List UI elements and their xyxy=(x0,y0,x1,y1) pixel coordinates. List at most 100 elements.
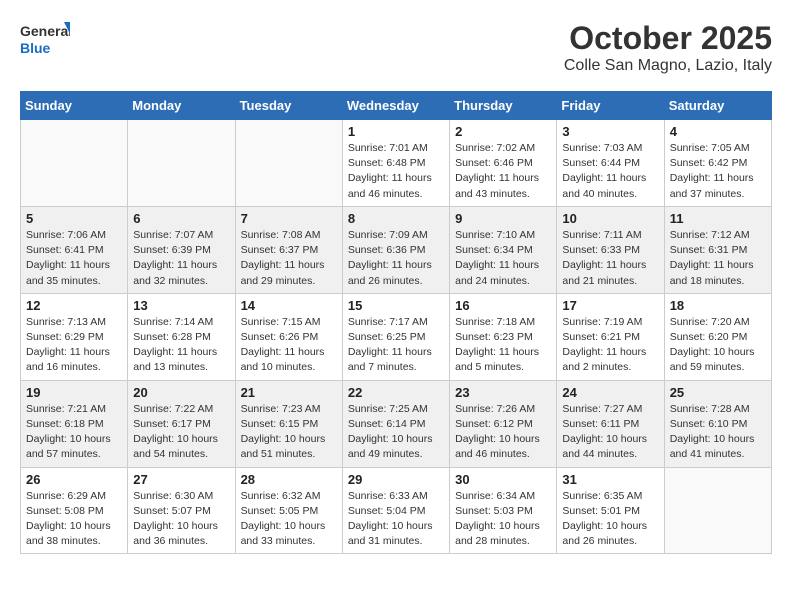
col-monday: Monday xyxy=(128,92,235,120)
day-info: Sunrise: 7:14 AM Sunset: 6:28 PM Dayligh… xyxy=(133,315,229,376)
day-info: Sunrise: 7:23 AM Sunset: 6:15 PM Dayligh… xyxy=(241,402,337,463)
day-number: 18 xyxy=(670,298,766,313)
day-number: 14 xyxy=(241,298,337,313)
table-row: 7 Sunrise: 7:08 AM Sunset: 6:37 PM Daylig… xyxy=(235,206,342,293)
day-number: 30 xyxy=(455,472,551,487)
col-thursday: Thursday xyxy=(450,92,557,120)
day-number: 4 xyxy=(670,124,766,139)
table-row: 23 Sunrise: 7:26 AM Sunset: 6:12 PM Dayli… xyxy=(450,380,557,467)
day-info: Sunrise: 7:07 AM Sunset: 6:39 PM Dayligh… xyxy=(133,228,229,289)
day-number: 28 xyxy=(241,472,337,487)
table-row xyxy=(128,120,235,207)
day-info: Sunrise: 7:19 AM Sunset: 6:21 PM Dayligh… xyxy=(562,315,658,376)
day-info: Sunrise: 7:09 AM Sunset: 6:36 PM Dayligh… xyxy=(348,228,444,289)
day-number: 31 xyxy=(562,472,658,487)
table-row: 31 Sunrise: 6:35 AM Sunset: 5:01 PM Dayli… xyxy=(557,467,664,554)
day-info: Sunrise: 7:27 AM Sunset: 6:11 PM Dayligh… xyxy=(562,402,658,463)
day-number: 6 xyxy=(133,211,229,226)
col-tuesday: Tuesday xyxy=(235,92,342,120)
table-row: 26 Sunrise: 6:29 AM Sunset: 5:08 PM Dayli… xyxy=(21,467,128,554)
title-block: October 2025 Colle San Magno, Lazio, Ita… xyxy=(564,20,772,75)
table-row: 12Sunrise: 7:13 AM Sunset: 6:29 PM Dayli… xyxy=(21,293,128,380)
col-saturday: Saturday xyxy=(664,92,771,120)
table-row: 13 Sunrise: 7:14 AM Sunset: 6:28 PM Dayli… xyxy=(128,293,235,380)
day-info: Sunrise: 7:26 AM Sunset: 6:12 PM Dayligh… xyxy=(455,402,551,463)
page-header: General Blue October 2025 Colle San Magn… xyxy=(20,20,772,75)
calendar-week-row: 12Sunrise: 7:13 AM Sunset: 6:29 PM Dayli… xyxy=(21,293,772,380)
day-info: Sunrise: 7:08 AM Sunset: 6:37 PM Dayligh… xyxy=(241,228,337,289)
day-info: Sunrise: 7:20 AM Sunset: 6:20 PM Dayligh… xyxy=(670,315,766,376)
day-info: Sunrise: 6:35 AM Sunset: 5:01 PM Dayligh… xyxy=(562,489,658,550)
day-info: Sunrise: 6:29 AM Sunset: 5:08 PM Dayligh… xyxy=(26,489,122,550)
col-friday: Friday xyxy=(557,92,664,120)
table-row: 27 Sunrise: 6:30 AM Sunset: 5:07 PM Dayli… xyxy=(128,467,235,554)
table-row: 10Sunrise: 7:11 AM Sunset: 6:33 PM Dayli… xyxy=(557,206,664,293)
table-row: 14 Sunrise: 7:15 AM Sunset: 6:26 PM Dayli… xyxy=(235,293,342,380)
day-info: Sunrise: 7:18 AM Sunset: 6:23 PM Dayligh… xyxy=(455,315,551,376)
day-number: 29 xyxy=(348,472,444,487)
day-number: 5 xyxy=(26,211,122,226)
day-number: 26 xyxy=(26,472,122,487)
day-info: Sunrise: 7:12 AM Sunset: 6:31 PM Dayligh… xyxy=(670,228,766,289)
day-number: 22 xyxy=(348,385,444,400)
month-title: October 2025 xyxy=(564,20,772,57)
day-info: Sunrise: 7:15 AM Sunset: 6:26 PM Dayligh… xyxy=(241,315,337,376)
table-row: 30Sunrise: 6:34 AM Sunset: 5:03 PM Dayli… xyxy=(450,467,557,554)
day-info: Sunrise: 6:33 AM Sunset: 5:04 PM Dayligh… xyxy=(348,489,444,550)
day-number: 1 xyxy=(348,124,444,139)
day-info: Sunrise: 7:13 AM Sunset: 6:29 PM Dayligh… xyxy=(26,315,122,376)
day-number: 9 xyxy=(455,211,551,226)
day-number: 2 xyxy=(455,124,551,139)
table-row: 4Sunrise: 7:05 AM Sunset: 6:42 PM Daylig… xyxy=(664,120,771,207)
table-row: 28 Sunrise: 6:32 AM Sunset: 5:05 PM Dayli… xyxy=(235,467,342,554)
day-number: 11 xyxy=(670,211,766,226)
calendar-header-row: Sunday Monday Tuesday Wednesday Thursday… xyxy=(21,92,772,120)
day-number: 8 xyxy=(348,211,444,226)
logo-svg: General Blue xyxy=(20,20,70,62)
day-info: Sunrise: 6:30 AM Sunset: 5:07 PM Dayligh… xyxy=(133,489,229,550)
day-number: 3 xyxy=(562,124,658,139)
svg-text:Blue: Blue xyxy=(20,40,51,56)
day-info: Sunrise: 7:01 AM Sunset: 6:48 PM Dayligh… xyxy=(348,141,444,202)
day-number: 27 xyxy=(133,472,229,487)
calendar-week-row: 1 Sunrise: 7:01 AM Sunset: 6:48 PM Daylig… xyxy=(21,120,772,207)
table-row: 22 Sunrise: 7:25 AM Sunset: 6:14 PM Dayli… xyxy=(342,380,449,467)
table-row: 29 Sunrise: 6:33 AM Sunset: 5:04 PM Dayli… xyxy=(342,467,449,554)
day-number: 7 xyxy=(241,211,337,226)
day-number: 10 xyxy=(562,211,658,226)
col-wednesday: Wednesday xyxy=(342,92,449,120)
day-info: Sunrise: 7:25 AM Sunset: 6:14 PM Dayligh… xyxy=(348,402,444,463)
day-info: Sunrise: 7:21 AM Sunset: 6:18 PM Dayligh… xyxy=(26,402,122,463)
day-number: 16 xyxy=(455,298,551,313)
col-sunday: Sunday xyxy=(21,92,128,120)
day-info: Sunrise: 6:32 AM Sunset: 5:05 PM Dayligh… xyxy=(241,489,337,550)
table-row xyxy=(664,467,771,554)
table-row: 19 Sunrise: 7:21 AM Sunset: 6:18 PM Dayli… xyxy=(21,380,128,467)
table-row: 21Sunrise: 7:23 AM Sunset: 6:15 PM Dayli… xyxy=(235,380,342,467)
day-number: 23 xyxy=(455,385,551,400)
day-info: Sunrise: 7:03 AM Sunset: 6:44 PM Dayligh… xyxy=(562,141,658,202)
day-info: Sunrise: 7:17 AM Sunset: 6:25 PM Dayligh… xyxy=(348,315,444,376)
table-row: 20 Sunrise: 7:22 AM Sunset: 6:17 PM Dayli… xyxy=(128,380,235,467)
day-info: Sunrise: 7:10 AM Sunset: 6:34 PM Dayligh… xyxy=(455,228,551,289)
table-row: 11 Sunrise: 7:12 AM Sunset: 6:31 PM Dayli… xyxy=(664,206,771,293)
table-row: 8 Sunrise: 7:09 AM Sunset: 6:36 PM Daylig… xyxy=(342,206,449,293)
svg-text:General: General xyxy=(20,23,70,39)
table-row: 9 Sunrise: 7:10 AM Sunset: 6:34 PM Daylig… xyxy=(450,206,557,293)
day-info: Sunrise: 7:22 AM Sunset: 6:17 PM Dayligh… xyxy=(133,402,229,463)
day-info: Sunrise: 7:06 AM Sunset: 6:41 PM Dayligh… xyxy=(26,228,122,289)
day-number: 13 xyxy=(133,298,229,313)
day-number: 20 xyxy=(133,385,229,400)
day-number: 19 xyxy=(26,385,122,400)
day-number: 24 xyxy=(562,385,658,400)
table-row: 2 Sunrise: 7:02 AM Sunset: 6:46 PM Daylig… xyxy=(450,120,557,207)
table-row xyxy=(21,120,128,207)
day-number: 17 xyxy=(562,298,658,313)
table-row xyxy=(235,120,342,207)
logo: General Blue xyxy=(20,20,70,62)
table-row: 16 Sunrise: 7:18 AM Sunset: 6:23 PM Dayli… xyxy=(450,293,557,380)
day-info: Sunrise: 7:02 AM Sunset: 6:46 PM Dayligh… xyxy=(455,141,551,202)
table-row: 17 Sunrise: 7:19 AM Sunset: 6:21 PM Dayli… xyxy=(557,293,664,380)
table-row: 5 Sunrise: 7:06 AM Sunset: 6:41 PM Daylig… xyxy=(21,206,128,293)
table-row: 6 Sunrise: 7:07 AM Sunset: 6:39 PM Daylig… xyxy=(128,206,235,293)
